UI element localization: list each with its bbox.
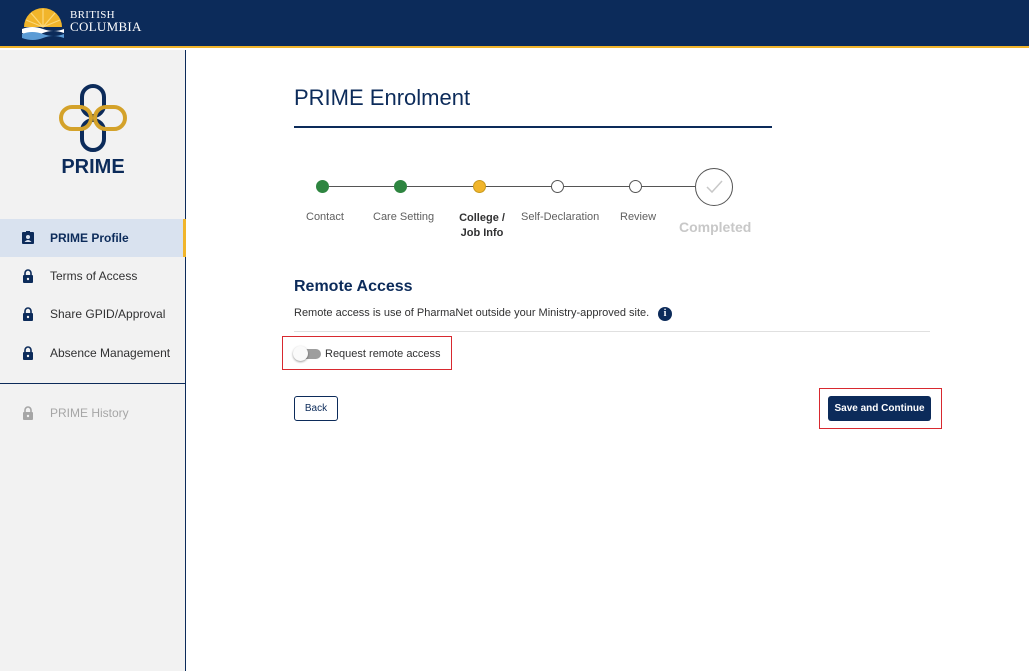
sidebar-divider — [0, 383, 186, 384]
step-contact-dot — [316, 180, 329, 193]
sidebar-item-terms-of-access[interactable]: Terms of Access — [0, 257, 186, 295]
section-description: Remote access is use of PharmaNet outsid… — [294, 307, 650, 319]
sidebar-item-absence-management[interactable]: Absence Management — [0, 334, 186, 372]
lock-icon — [23, 307, 33, 321]
sidebar-item-label: PRIME Profile — [50, 231, 129, 245]
step-care-setting-dot — [394, 180, 407, 193]
step-college-job-info-dot — [473, 180, 486, 193]
sidebar-item-prime-profile[interactable]: PRIME Profile — [0, 219, 186, 257]
sidebar-item-label: Absence Management — [50, 346, 171, 360]
bc-wordmark-line2: COLUMBIA — [70, 19, 142, 34]
info-icon[interactable]: i — [658, 307, 672, 321]
save-and-continue-button[interactable]: Save and Continue — [828, 396, 931, 421]
step-label-completed: Completed — [679, 219, 752, 235]
stepper-connector — [407, 186, 480, 187]
app-title: PRIME — [61, 156, 125, 178]
back-button[interactable]: Back — [294, 396, 338, 421]
sidebar-item-label: PRIME History — [50, 406, 129, 420]
sidebar: PRIME PRIME Profile Terms of Access Shar… — [0, 50, 186, 671]
section-title: Remote Access — [294, 278, 413, 295]
step-label-self-declaration: Self-Declaration — [521, 211, 600, 223]
lock-icon — [23, 346, 33, 360]
title-divider — [294, 126, 772, 128]
bc-wordmark: BRITISH COLUMBIA — [70, 10, 142, 34]
sidebar-item-share-gpid-approval[interactable]: Share GPID/Approval — [0, 295, 186, 333]
step-label-college-job-info: College / Job Info — [459, 212, 505, 239]
bc-sun-logo-icon — [22, 8, 64, 40]
enrolment-stepper: Contact Care Setting College / Job Info … — [294, 168, 772, 248]
bc-logo[interactable]: BRITISH COLUMBIA — [20, 5, 150, 41]
step-label-review: Review — [620, 211, 657, 223]
top-header: BRITISH COLUMBIA — [0, 0, 1029, 48]
step-label-contact: Contact — [306, 211, 344, 223]
step-label-care-setting: Care Setting — [373, 211, 435, 223]
page-title: PRIME Enrolment — [294, 85, 471, 110]
id-card-icon — [22, 231, 34, 244]
lock-icon — [23, 269, 33, 283]
stepper-connector — [564, 186, 637, 187]
sidebar-item-label: Terms of Access — [50, 269, 138, 283]
stepper-connector — [485, 186, 558, 187]
checkmark-icon — [706, 180, 723, 194]
step-completed-circle — [695, 168, 733, 206]
lock-icon — [23, 406, 33, 420]
section-divider — [294, 331, 930, 332]
sidebar-item-prime-history: PRIME History — [0, 394, 186, 432]
stepper-connector — [642, 186, 695, 187]
step-self-declaration-dot — [551, 180, 564, 193]
prime-logo-icon — [59, 84, 127, 152]
stepper-connector — [329, 186, 402, 187]
sidebar-item-label: Share GPID/Approval — [50, 307, 166, 321]
toggle-knob — [293, 346, 308, 361]
step-review-dot — [629, 180, 642, 193]
remote-access-toggle[interactable] — [293, 346, 321, 361]
remote-access-toggle-label[interactable]: Request remote access — [325, 348, 441, 360]
